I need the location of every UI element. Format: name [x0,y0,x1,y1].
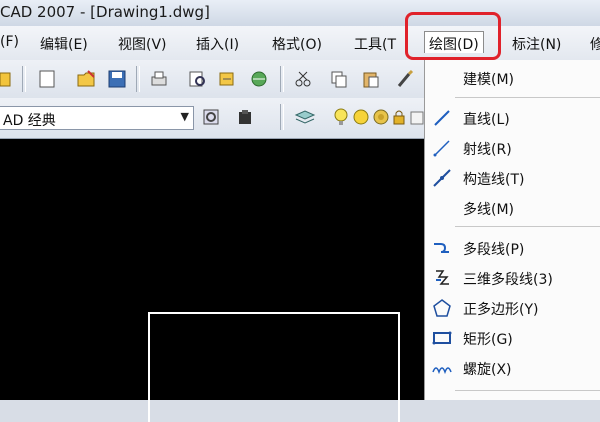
paste-icon[interactable] [360,68,382,90]
menu-modify[interactable]: 修 [590,34,600,54]
save-workspace-icon[interactable] [234,106,256,128]
menu-item-label: 建模(M) [463,72,515,88]
copy-icon[interactable] [328,68,350,90]
menu-item-label: 多段线(P) [463,242,525,258]
menu-separator [455,226,600,227]
menu-draw[interactable]: 绘图(D) [424,31,484,53]
construction-line-icon [431,168,453,188]
menu-separator [455,390,600,391]
layer-manager-icon[interactable] [294,106,316,128]
line-icon [431,108,453,128]
toolbar-separator [280,66,284,92]
menu-item-ray[interactable]: 射线(R) [425,134,600,162]
freeze-sun-icon[interactable] [350,106,372,128]
print-icon[interactable] [148,68,170,90]
3d-dwf-icon[interactable] [248,68,270,90]
menu-item-construction-line[interactable]: 构造线(T) [425,164,600,192]
menu-bar: (F) 编辑(E) 视图(V) 插入(I) 格式(O) 工具(T 绘图(D) 标… [0,26,600,61]
publish-icon[interactable] [216,68,238,90]
helix-icon [431,358,453,378]
menu-item-multiline[interactable]: 多线(M) [425,194,600,222]
workspaces-toolbar: AD 经典 ▼ [0,98,428,139]
menu-format[interactable]: 格式(O) [272,34,322,54]
match-properties-icon[interactable] [394,68,416,90]
menu-file[interactable]: (F) [0,34,19,50]
open-file-icon[interactable] [76,68,98,90]
toolbar-separator [136,66,140,92]
3d-polyline-icon [431,268,453,288]
polyline-icon [431,238,453,258]
menu-view[interactable]: 视图(V) [118,34,167,54]
menu-separator [455,97,600,98]
menu-item-polyline[interactable]: 多段线(P) [425,234,600,262]
menu-item-label: 螺旋(X) [463,362,512,378]
rectangle-icon [431,328,453,348]
menu-item-label: 直线(L) [463,112,510,128]
new-file-icon[interactable] [36,68,58,90]
chevron-down-icon[interactable]: ▼ [181,110,189,123]
lightbulb-icon[interactable] [330,106,352,128]
menu-item-label: 矩形(G) [463,332,513,348]
menu-item-modeling[interactable]: 建模(M) [425,64,600,92]
menu-item-3d-polyline[interactable]: 三维多段线(3) [425,264,600,292]
menu-insert[interactable]: 插入(I) [196,34,239,54]
window-title: CAD 2007 - [Drawing1.dwg] [0,3,210,21]
menu-edit[interactable]: 编辑(E) [40,34,88,54]
menu-item-label: 射线(R) [463,142,512,158]
menu-item-line[interactable]: 直线(L) [425,104,600,132]
draw-dropdown-menu: 建模(M) 直线(L) 射线(R) 构造线(T) 多线(M) 多段线(P) 三维… [424,60,600,400]
menu-item-label: 三维多段线(3) [463,272,553,288]
drawing-canvas[interactable] [0,139,428,422]
workspace-value: AD 经典 [3,113,56,129]
workspace-dropdown[interactable]: AD 经典 ▼ [0,106,194,130]
print-preview-icon[interactable] [186,68,208,90]
toolbar-separator [22,66,26,92]
menu-item-label: 正多边形(Y) [463,302,539,318]
menu-item-label: 构造线(T) [463,172,525,188]
workspace-settings-icon[interactable] [200,106,222,128]
standard-toolbar [0,60,428,99]
ray-icon [431,138,453,158]
title-bar: CAD 2007 - [Drawing1.dwg] [0,0,600,27]
menu-item-polygon[interactable]: 正多边形(Y) [425,294,600,322]
menu-tools[interactable]: 工具(T [354,34,396,54]
cut-icon[interactable] [292,68,314,90]
toolbar-separator [280,104,284,130]
polygon-icon [431,298,453,318]
save-icon[interactable] [106,68,128,90]
toolbar-partial-icon[interactable] [0,68,16,90]
menu-item-label: 多线(M) [463,202,515,218]
drawn-rectangle[interactable] [148,312,400,422]
menu-item-helix[interactable]: 螺旋(X) [425,354,600,382]
menu-item-rectangle[interactable]: 矩形(G) [425,324,600,352]
menu-dimension[interactable]: 标注(N) [512,34,561,54]
